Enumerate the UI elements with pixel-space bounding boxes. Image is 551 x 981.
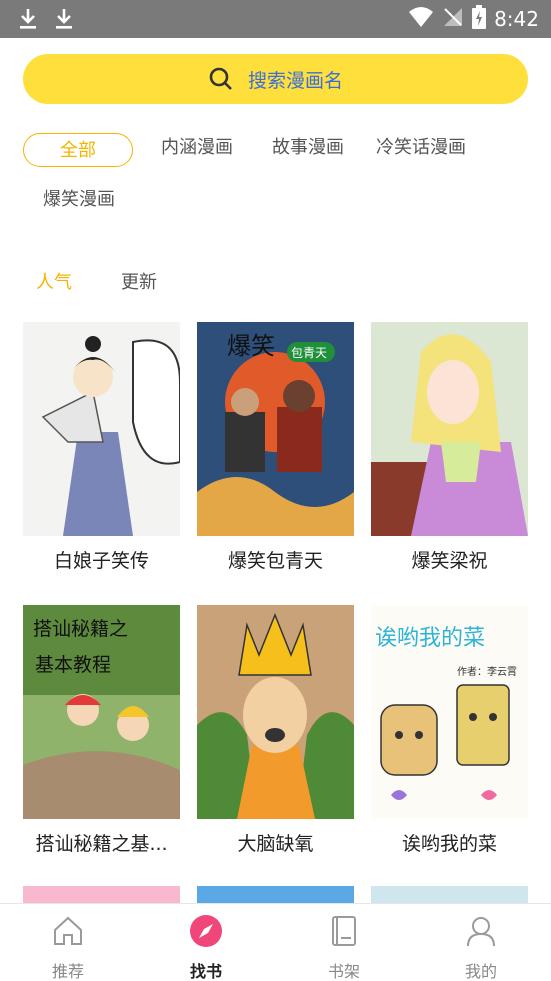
- nav-label: 推荐: [51, 962, 84, 981]
- category-story[interactable]: 故事漫画: [266, 131, 350, 165]
- comic-cover: [371, 322, 528, 536]
- cover-text: 爆笑: [227, 332, 275, 360]
- nav-tab-bookshelf[interactable]: 书架: [284, 904, 404, 981]
- comic-card[interactable]: 白娘子笑传: [23, 322, 180, 573]
- comic-card[interactable]: 诶哟我的菜 作者：李云霄 诶哟我的菜: [371, 605, 528, 856]
- cover-text: 基本教程: [35, 654, 111, 676]
- comic-cover: [23, 322, 180, 536]
- comic-title: 诶哟我的菜: [401, 833, 497, 855]
- compass-icon: [190, 915, 222, 947]
- wifi-icon: [408, 6, 434, 32]
- nav-label: 找书: [189, 962, 222, 981]
- category-funny[interactable]: 爆笑漫画: [37, 183, 121, 217]
- cover-text: 作者：李云霄: [457, 665, 517, 678]
- cover-text: 搭讪秘籍之: [33, 618, 128, 640]
- cover-text: 包青天: [291, 346, 327, 360]
- clock: 8:42: [494, 7, 539, 31]
- download-icon: [54, 7, 74, 31]
- comic-title: 白娘子笑传: [53, 550, 149, 572]
- comic-cover: 诶哟我的菜 作者：李云霄: [371, 605, 528, 819]
- cover-text: 诶哟我的菜: [375, 626, 485, 651]
- nav-label: 我的: [464, 962, 497, 981]
- category-cold-joke[interactable]: 冷笑话漫画: [370, 131, 472, 165]
- nav-tab-find-books[interactable]: 找书: [146, 904, 266, 981]
- comic-title: 大脑缺氧: [237, 833, 314, 855]
- comic-card[interactable]: 大脑缺氧: [197, 605, 354, 856]
- download-icon: [18, 7, 38, 31]
- comic-cover: 爆笑 包青天: [197, 322, 354, 536]
- comic-card[interactable]: 搭讪秘籍之 基本教程 搭讪秘籍之基...: [23, 605, 180, 856]
- search-bar[interactable]: 搜索漫画名: [23, 54, 528, 104]
- comic-title: 搭讪秘籍之基...: [35, 833, 168, 855]
- comic-cover: 搭讪秘籍之 基本教程: [23, 605, 180, 819]
- status-bar: 8:42: [0, 0, 551, 38]
- sort-tab-updated[interactable]: 更新: [121, 270, 157, 296]
- comic-cover: [197, 605, 354, 819]
- user-icon: [467, 917, 495, 947]
- sort-tab-popular[interactable]: 人气: [36, 270, 72, 296]
- search-icon: [209, 67, 232, 90]
- nav-tab-mine[interactable]: 我的: [421, 904, 541, 981]
- category-all[interactable]: 全部: [23, 133, 133, 167]
- comic-card[interactable]: 爆笑梁祝: [371, 322, 528, 573]
- nav-tab-recommend[interactable]: 推荐: [8, 904, 128, 981]
- nav-label: 书架: [327, 962, 360, 981]
- comic-card[interactable]: 爆笑 包青天 爆笑包青天: [197, 322, 354, 573]
- comic-title: 爆笑包青天: [227, 550, 323, 572]
- category-neihan[interactable]: 内涵漫画: [155, 131, 239, 165]
- battery-charging-icon: [472, 5, 487, 33]
- search-placeholder: 搜索漫画名: [247, 69, 343, 92]
- book-icon: [332, 916, 356, 946]
- no-signal-icon: [442, 6, 464, 32]
- bottom-navigation: 推荐 找书 书架 我的: [0, 903, 551, 981]
- home-icon: [54, 916, 82, 945]
- comic-title: 爆笑梁祝: [411, 550, 488, 572]
